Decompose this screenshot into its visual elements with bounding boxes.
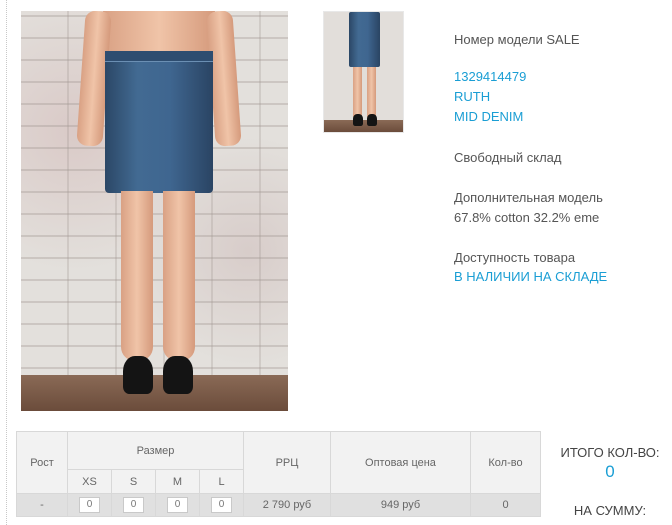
qty-input-xs[interactable]: 0 [79,497,100,513]
skirt-waistband [105,51,213,62]
thumbnail-floor [324,120,403,132]
total-sum-label: НА СУММУ: [573,503,647,518]
total-qty-label: ИТОГО КОЛ-ВО: [560,445,660,460]
col-header-height: Рост [16,431,68,494]
availability-label: Доступность товара [454,250,576,265]
total-qty-value: 0 [605,462,615,481]
wholesale-value: 949 руб [330,493,471,517]
left-divider [6,0,7,525]
model-right-shoe [163,356,193,394]
rrp-value: 2 790 руб [243,493,331,517]
thumbnail-right-shoe [367,114,377,126]
thumbnail-left-leg [353,67,362,117]
model-right-leg [163,191,195,361]
denim-skirt [105,51,213,193]
thumbnail-left-shoe [353,114,363,126]
qty-input-m[interactable]: 0 [167,497,188,513]
qty-cell-l: 0 [199,493,244,517]
col-header-wholesale: Оптовая цена [330,431,471,494]
extra-model-label: Дополнительная модель [454,190,603,205]
size-header-l: L [199,469,244,494]
product-name: RUTH [454,89,491,104]
size-header-s: S [111,469,156,494]
thumbnail-right-leg [367,67,376,117]
row-qty-value: 0 [470,493,541,517]
model-left-leg [121,191,153,361]
qty-input-s[interactable]: 0 [123,497,144,513]
size-header-xs: XS [67,469,112,494]
wooden-floor [21,375,288,411]
product-color: MID DENIM [454,109,524,124]
col-header-qty: Кол-во [470,431,541,494]
col-header-size: Размер [67,431,244,470]
thumbnail-skirt [349,12,380,67]
row-height-value: - [16,493,68,517]
warehouse-label: Свободный склад [454,150,562,165]
article-number: 1329414479 [454,69,527,84]
product-thumbnail-back-view[interactable] [323,11,404,133]
product-main-image[interactable] [21,11,288,411]
order-table: Рост Размер РРЦ Оптовая цена Кол-во XS S… [16,431,541,517]
composition: 67.8% cotton 32.2% eme [454,210,600,225]
qty-cell-s: 0 [111,493,156,517]
availability-status: В НАЛИЧИИ НА СКЛАДЕ [454,269,608,284]
table-row: - 0 0 0 0 2 790 руб 949 руб 0 [16,493,541,517]
size-header-m: M [155,469,200,494]
qty-cell-xs: 0 [67,493,112,517]
model-number-label: Номер модели SALE [454,32,580,47]
col-header-rrp: РРЦ [243,431,331,494]
model-left-shoe [123,356,153,394]
qty-input-l[interactable]: 0 [211,497,232,513]
qty-cell-m: 0 [155,493,200,517]
